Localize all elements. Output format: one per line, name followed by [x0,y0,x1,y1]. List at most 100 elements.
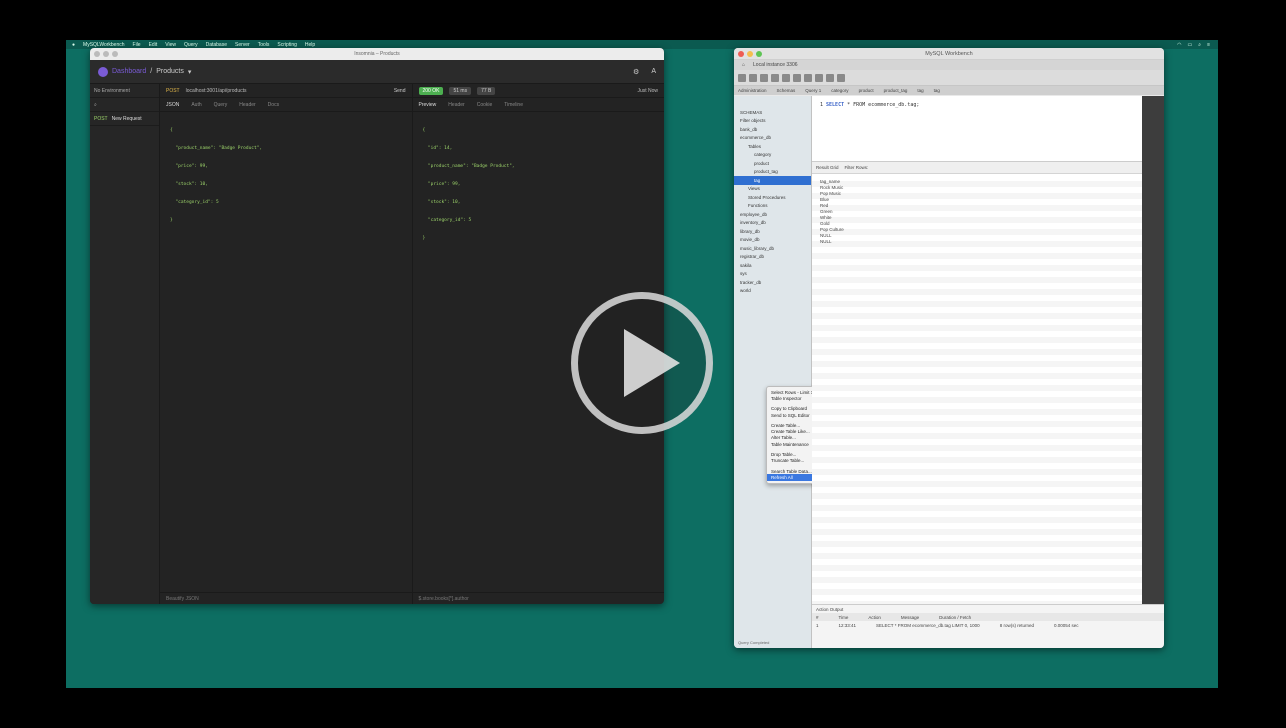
request-pane: POST localhost:3001/api/products Send JS… [160,84,413,604]
output-title[interactable]: Action Output [812,605,1164,613]
tab-administration[interactable]: Administration [738,88,767,93]
schema-item[interactable]: sakila [734,261,811,270]
schema-item[interactable]: sys [734,270,811,279]
insomnia-window: Insomnia – Products Dashboard / Products… [90,48,664,604]
inspector-icon[interactable] [760,73,768,82]
schema-item[interactable]: music_library_db [734,244,811,253]
menubar-item[interactable]: Help [305,42,315,48]
menubar-item[interactable]: Query [184,42,198,48]
control-center-icon[interactable]: ≡ [1207,42,1210,48]
tab-docs[interactable]: Docs [268,102,279,108]
breadcrumb-collection[interactable]: Products [156,68,184,75]
play-button[interactable] [571,292,713,434]
code-line: "product_name": "Badge Product", [170,146,263,151]
menubar-item[interactable]: Scripting [277,42,296,48]
minimize-window-button[interactable] [103,51,109,57]
create-schema-icon[interactable] [771,73,779,82]
send-button[interactable]: Send [394,88,406,94]
table-item-selected[interactable]: tag [734,176,811,185]
tab-product[interactable]: product [859,88,874,93]
tab-cookie[interactable]: Cookie [477,102,493,108]
menubar-item[interactable]: File [133,42,141,48]
breadcrumb-dashboard[interactable]: Dashboard [112,68,146,75]
tab-schemas[interactable]: Schemas [777,88,796,93]
search-icon[interactable]: ⌕ [1198,42,1201,48]
result-grid[interactable]: tag_name Rock Music Pop Music Blue Red G… [812,175,1142,604]
editor-tabs: Administration Schemas Query 1 category … [734,86,1164,95]
tab-json[interactable]: JSON [166,102,179,108]
schema-item[interactable]: bank_db [734,125,811,134]
sidebar-filter[interactable]: ⌕ [90,98,159,112]
home-icon[interactable]: ⌂ [742,62,745,68]
create-table-icon[interactable] [782,73,790,82]
result-grid-label[interactable]: Result Grid [816,165,839,170]
tab-tag[interactable]: tag [917,88,923,93]
menubar-item[interactable]: Tools [258,42,270,48]
url-input[interactable]: localhost:3001/api/products [186,88,247,94]
menubar-item[interactable]: Server [235,42,250,48]
create-function-icon[interactable] [815,73,823,82]
menubar-app[interactable]: MySQLWorkbench [83,42,125,48]
beautify-button[interactable]: Beautify JSON [166,596,199,602]
connection-tab[interactable]: Local instance 3306 [753,62,797,68]
window-controls [94,51,118,57]
method-dropdown[interactable]: POST [166,88,180,94]
request-body-editor[interactable]: { "product_name": "Badge Product", "pric… [160,112,412,240]
schema-folder[interactable]: Functions [734,202,811,211]
user-icon[interactable]: A [651,68,656,76]
minimize-window-button[interactable] [747,51,753,57]
sidebar-request-item[interactable]: POST New Request [90,112,159,126]
schema-item[interactable]: employee_db [734,210,811,219]
schema-item[interactable]: registrar_db [734,253,811,262]
request-footer: Beautify JSON [160,592,412,604]
chevron-down-icon[interactable]: ▾ [188,68,192,76]
wifi-icon[interactable]: ◠ [1177,42,1181,48]
create-view-icon[interactable] [793,73,801,82]
schema-folder[interactable]: Tables [734,142,811,151]
schema-item[interactable]: library_db [734,227,811,236]
tab-auth[interactable]: Auth [191,102,201,108]
schema-item[interactable]: world [734,287,811,296]
search-table-data-icon[interactable] [826,73,834,82]
tab-product-tag[interactable]: product_tag [884,88,908,93]
close-window-button[interactable] [94,51,100,57]
menubar-item[interactable]: Database [206,42,227,48]
schema-item[interactable]: ecommerce_db [734,134,811,143]
zoom-window-button[interactable] [112,51,118,57]
tab-query[interactable]: Query [214,102,228,108]
tab-header[interactable]: Header [239,102,255,108]
new-sql-tab-icon[interactable] [738,73,746,82]
jsonpath-filter-input[interactable]: $.store.books[*].author [419,596,469,602]
navigator-search[interactable]: Filter objects [734,117,811,126]
schema-folder[interactable]: Views [734,185,811,194]
menubar-item[interactable]: View [165,42,176,48]
tab-preview[interactable]: Preview [419,102,437,108]
history-dropdown[interactable]: Just Now [637,88,658,94]
sql-editor[interactable]: 1 SELECT * FROM ecommerce_db.tag; [812,96,1164,162]
table-item[interactable]: category [734,151,811,160]
tab-category[interactable]: category [831,88,848,93]
table-item[interactable]: product [734,159,811,168]
schema-folder[interactable]: Stored Procedures [734,193,811,202]
zoom-window-button[interactable] [756,51,762,57]
tab-tag-2[interactable]: tag [934,88,940,93]
grid-cell[interactable]: NULL [820,239,1134,245]
battery-icon[interactable]: ▭ [1188,42,1193,48]
tab-query1[interactable]: Query 1 [805,88,821,93]
schema-item[interactable]: inventory_db [734,219,811,228]
schema-item[interactable]: tracker_db [734,278,811,287]
reconnect-icon[interactable] [837,73,845,82]
environment-selector[interactable]: No Environment [90,84,159,98]
open-sql-file-icon[interactable] [749,73,757,82]
menubar-item[interactable]: Edit [149,42,158,48]
tab-timeline[interactable]: Timeline [504,102,523,108]
output-row[interactable]: 1 12:33:41 SELECT * FROM ecommerce_db.ta… [812,621,1164,629]
create-procedure-icon[interactable] [804,73,812,82]
close-window-button[interactable] [738,51,744,57]
table-item[interactable]: product_tag [734,168,811,177]
apple-icon[interactable]: ● [72,42,75,48]
gear-icon[interactable]: ⚙ [633,68,639,76]
result-side-panel [1142,96,1164,648]
tab-response-header[interactable]: Header [448,102,464,108]
schema-item[interactable]: movie_db [734,236,811,245]
